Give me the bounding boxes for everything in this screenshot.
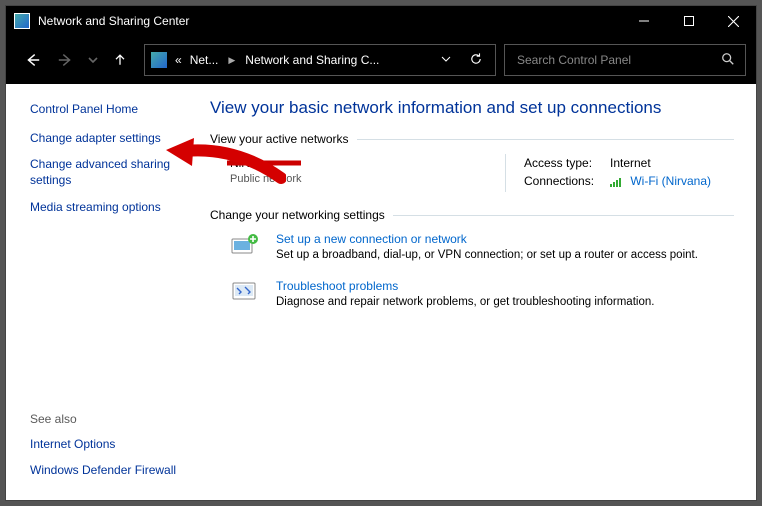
option-new-connection: Set up a new connection or network Set u…	[230, 232, 734, 261]
app-icon	[14, 13, 30, 29]
see-also-label: See also	[30, 412, 192, 426]
search-icon[interactable]	[721, 52, 735, 69]
divider	[357, 139, 734, 140]
redaction-strike	[227, 161, 301, 166]
sidebar-change-advanced-sharing[interactable]: Change advanced sharing settings	[30, 157, 170, 187]
section-title-active: View your active networks	[210, 132, 349, 146]
sidebar: Control Panel Home Change adapter settin…	[6, 84, 206, 500]
sidebar-change-adapter-settings[interactable]: Change adapter settings	[30, 131, 161, 145]
maximize-button[interactable]	[666, 6, 711, 36]
address-dropdown[interactable]	[433, 53, 459, 68]
option-new-connection-desc: Set up a broadband, dial-up, or VPN conn…	[276, 249, 698, 261]
connection-link[interactable]: Wi-Fi (Nirvana)	[630, 174, 711, 188]
address-bar[interactable]: « Net... ▶ Network and Sharing C...	[144, 44, 496, 76]
troubleshoot-icon	[230, 279, 262, 307]
network-name: Nirvana	[230, 156, 271, 170]
option-new-connection-link[interactable]: Set up a new connection or network	[276, 232, 698, 246]
content-area: Control Panel Home Change adapter settin…	[6, 84, 756, 500]
minimize-button[interactable]	[621, 6, 666, 36]
title-bar: Network and Sharing Center	[6, 6, 756, 36]
section-title-change: Change your networking settings	[210, 208, 385, 222]
back-button[interactable]	[16, 44, 48, 76]
access-type-label: Access type:	[524, 156, 610, 170]
address-segment-1[interactable]: Net...	[188, 53, 221, 67]
seealso-internet-options[interactable]: Internet Options	[30, 437, 115, 451]
refresh-button[interactable]	[463, 52, 489, 69]
option-troubleshoot-link[interactable]: Troubleshoot problems	[276, 279, 654, 293]
control-panel-home-link[interactable]: Control Panel Home	[30, 102, 138, 116]
chevron-right-icon[interactable]: ▶	[224, 55, 239, 66]
close-button[interactable]	[711, 6, 756, 36]
nav-bar: « Net... ▶ Network and Sharing C...	[6, 36, 756, 84]
connections-label: Connections:	[524, 174, 610, 188]
wifi-signal-icon	[610, 177, 623, 187]
forward-button[interactable]	[50, 44, 82, 76]
address-segment-2[interactable]: Network and Sharing C...	[243, 53, 381, 67]
network-type: Public network	[230, 173, 505, 185]
search-box[interactable]	[504, 44, 746, 76]
access-type-value: Internet	[610, 156, 651, 170]
window: Network and Sharing Center « Net... ▶	[5, 5, 757, 501]
sidebar-media-streaming[interactable]: Media streaming options	[30, 200, 161, 214]
main-panel: View your basic network information and …	[206, 84, 756, 500]
option-troubleshoot-desc: Diagnose and repair network problems, or…	[276, 296, 654, 308]
up-button[interactable]	[104, 44, 136, 76]
history-dropdown[interactable]	[84, 44, 102, 76]
window-title: Network and Sharing Center	[38, 14, 621, 28]
search-input[interactable]	[515, 52, 721, 68]
vertical-divider	[505, 154, 506, 192]
option-troubleshoot: Troubleshoot problems Diagnose and repai…	[230, 279, 734, 308]
page-heading: View your basic network information and …	[210, 98, 734, 118]
active-network-row: Nirvana Public network Access type: Inte…	[230, 156, 734, 192]
address-icon	[151, 52, 167, 68]
new-connection-icon	[230, 232, 262, 260]
divider	[393, 215, 734, 216]
seealso-defender-firewall[interactable]: Windows Defender Firewall	[30, 463, 176, 477]
section-change-settings: Change your networking settings	[210, 208, 734, 222]
address-double-chevron[interactable]: «	[173, 53, 184, 67]
section-active-networks: View your active networks	[210, 132, 734, 146]
